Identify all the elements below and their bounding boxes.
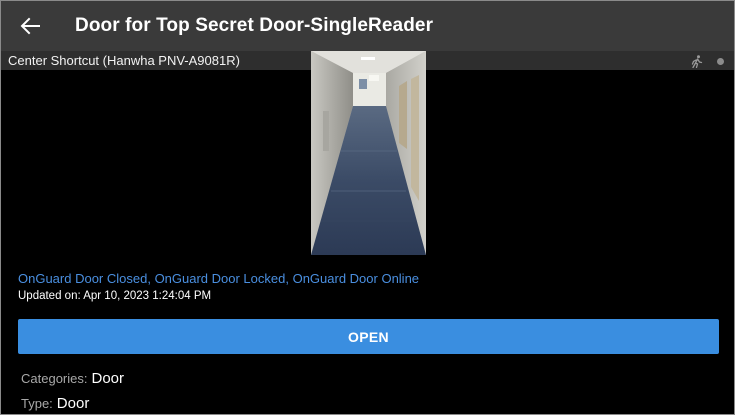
property-label: Categories:: [21, 371, 88, 386]
updated-timestamp: Updated on: Apr 10, 2023 1:24:04 PM: [18, 290, 212, 302]
camera-name: Center Shortcut (Hanwha PNV-A9081R): [8, 53, 240, 68]
status-dot-icon: [717, 58, 724, 65]
back-arrow-icon: [20, 17, 40, 35]
door-status-text: OnGuard Door Closed, OnGuard Door Locked…: [18, 271, 420, 286]
open-door-button[interactable]: OPEN: [18, 319, 719, 354]
app-bar: Door for Top Secret Door-SingleReader: [1, 1, 734, 51]
corridor-video-frame: [311, 51, 426, 255]
walking-person-icon: [691, 55, 703, 68]
property-value: Door: [91, 370, 124, 387]
property-value: Door: [56, 395, 90, 412]
camera-video-feed[interactable]: [311, 51, 426, 255]
back-button[interactable]: [15, 12, 45, 40]
camera-status-icons: [691, 55, 724, 68]
property-label: Type:: [21, 396, 53, 411]
app-window: Door for Top Secret Door-SingleReader Ce…: [0, 0, 735, 415]
property-row-type: Type: Door: [21, 395, 89, 413]
property-row-categories: Categories: Door: [21, 370, 124, 388]
page-title: Door for Top Secret Door-SingleReader: [75, 15, 434, 36]
